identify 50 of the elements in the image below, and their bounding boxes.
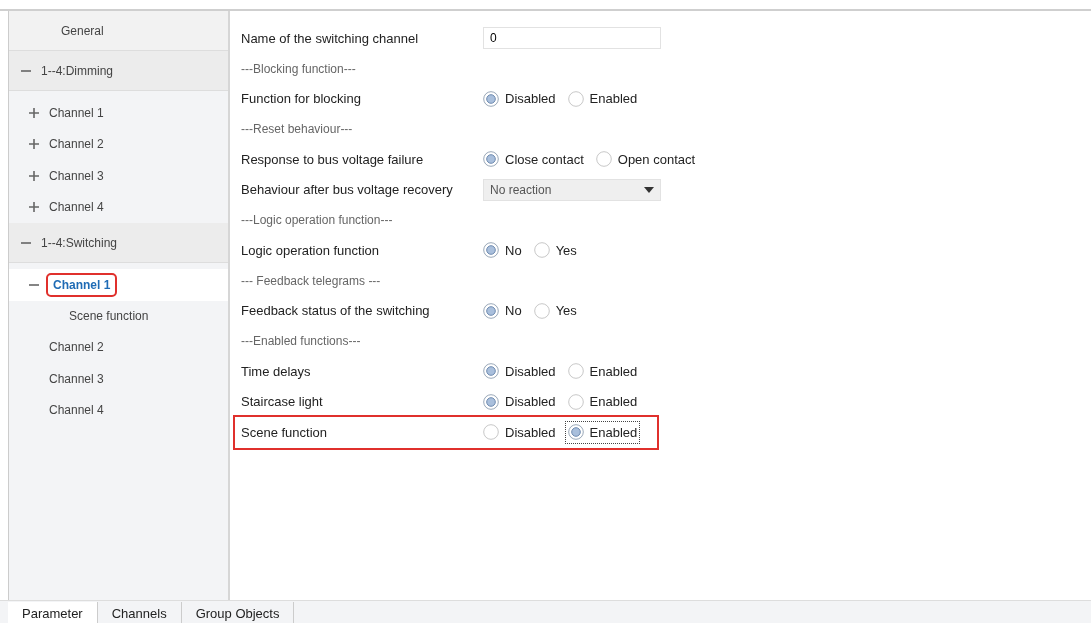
tree-item[interactable]: Channel 3 — [49, 369, 104, 388]
tree-item[interactable]: Channel 1 — [49, 103, 104, 122]
tab[interactable]: Channels — [97, 601, 182, 623]
sidebar-item[interactable]: 1--4:Switching — [41, 233, 118, 252]
radio-option[interactable]: Enabled — [565, 391, 640, 413]
radio-option[interactable]: Close contact — [481, 148, 586, 170]
caret-icon — [644, 186, 654, 193]
field-label: Feedback status of the switching — [241, 302, 431, 320]
section-heading: ---Enabled functions--- — [241, 333, 361, 350]
radio-option[interactable]: Disabled — [481, 391, 558, 413]
expand-icon[interactable] — [29, 170, 39, 181]
field-label: Time delays — [241, 362, 312, 381]
section-heading: --- Feedback telegrams --- — [241, 272, 381, 290]
section-heading: ---Logic operation function--- — [241, 212, 393, 229]
dropdown[interactable]: No reaction — [483, 178, 661, 201]
radio-option[interactable]: Disabled — [481, 360, 558, 382]
section-heading: ---Blocking function--- — [241, 60, 356, 78]
input-field[interactable]: 0 — [483, 27, 661, 50]
field-label: Name of the switching channel — [241, 29, 420, 48]
field-label: Response to bus voltage failure — [241, 150, 425, 169]
section-heading: ---Reset behaviour--- — [241, 121, 353, 138]
field-label: Behaviour after bus voltage recovery — [241, 181, 454, 199]
field-label: Logic operation function — [241, 241, 381, 260]
radio-option[interactable]: Enabled — [565, 88, 640, 110]
expand-icon[interactable] — [29, 107, 39, 118]
sidebar-item[interactable]: General — [61, 21, 104, 40]
radio-option[interactable]: Enabled — [565, 421, 640, 443]
radio-option[interactable]: Disabled — [481, 421, 558, 443]
radio-option[interactable]: Yes — [531, 300, 579, 322]
radio-option[interactable]: Yes — [531, 239, 579, 261]
tree-item[interactable]: Channel 1 — [49, 275, 115, 294]
tab[interactable]: Group Objects — [181, 601, 295, 623]
sidebar-item[interactable]: 1--4:Dimming — [41, 61, 113, 80]
radio-option[interactable]: Disabled — [481, 88, 558, 110]
tab[interactable]: Parameter — [8, 601, 98, 623]
expand-icon[interactable] — [29, 202, 39, 213]
tree-item[interactable]: Channel 4 — [49, 401, 104, 420]
radio-option[interactable]: No — [481, 239, 524, 261]
expand-icon[interactable] — [29, 139, 39, 150]
tree-item[interactable]: Channel 3 — [49, 166, 104, 185]
tree-item[interactable]: Channel 2 — [49, 338, 104, 357]
tree-item[interactable]: Channel 4 — [49, 198, 104, 217]
field-label: Staircase light — [241, 393, 324, 411]
radio-option[interactable]: Enabled — [565, 360, 640, 382]
radio-option[interactable]: No — [481, 300, 524, 322]
tree-item[interactable]: Channel 2 — [49, 135, 104, 154]
tree-item[interactable]: Scene function — [69, 307, 149, 325]
field-label: Scene function — [241, 423, 328, 442]
radio-option[interactable]: Open contact — [593, 148, 698, 170]
field-label: Function for blocking — [241, 90, 362, 108]
